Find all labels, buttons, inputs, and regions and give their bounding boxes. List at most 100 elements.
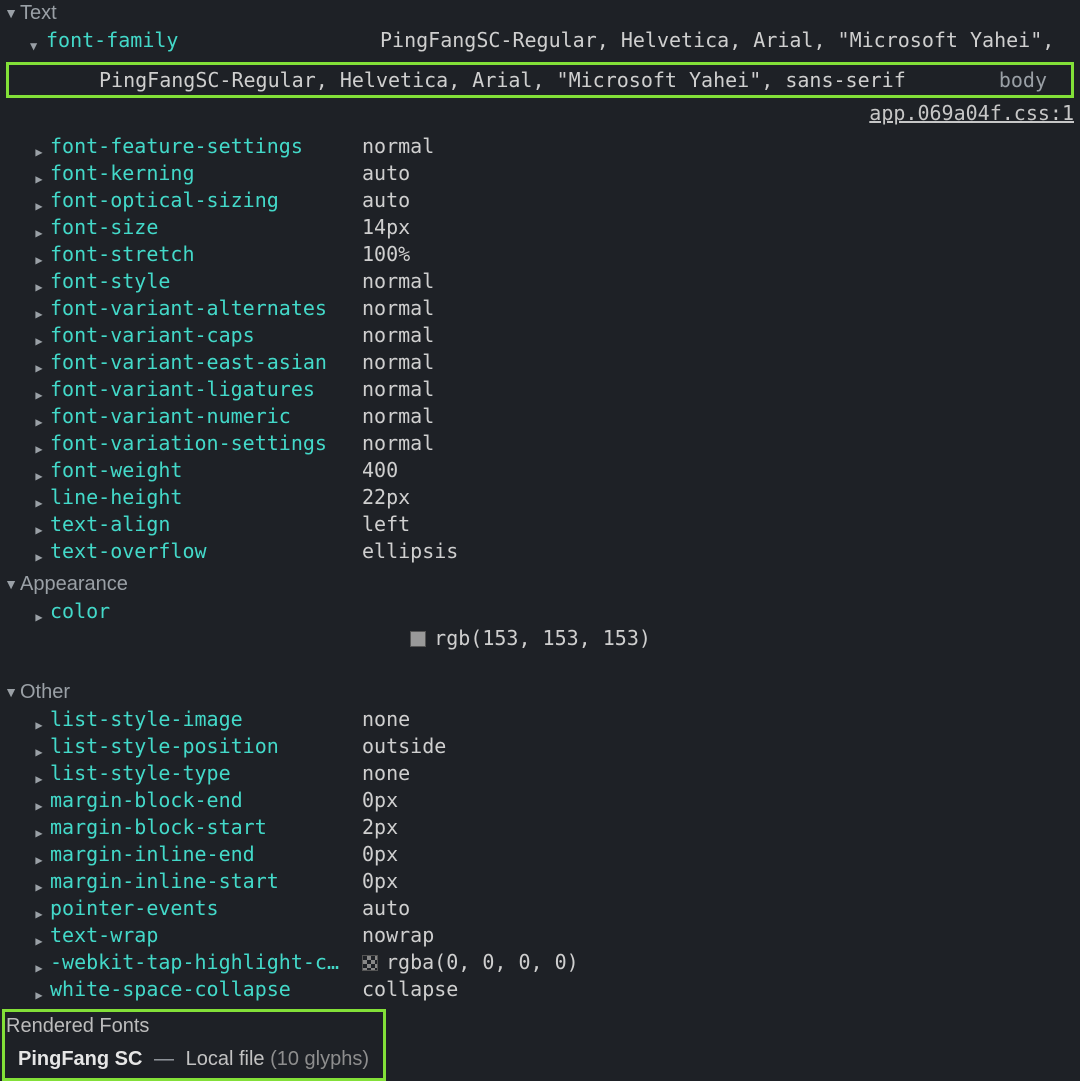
prop-name: font-optical-sizing <box>32 187 362 214</box>
prop-row[interactable]: ▶font-variant-alternatesnormal <box>0 295 1080 322</box>
prop-row[interactable]: ▶font-optical-sizingauto <box>0 187 1080 214</box>
prop-name: margin-block-end <box>32 787 362 814</box>
prop-row[interactable]: ▶white-space-collapsecollapse <box>0 976 1080 1003</box>
prop-name: font-family <box>46 27 380 54</box>
prop-name: font-variation-settings <box>32 430 362 457</box>
prop-value: auto <box>362 895 410 922</box>
prop-name: margin-block-start <box>32 814 362 841</box>
prop-name: margin-inline-start <box>32 868 362 895</box>
prop-value: normal <box>362 268 434 295</box>
prop-value: normal <box>362 133 434 160</box>
prop-value: normal <box>362 430 434 457</box>
prop-value: normal <box>362 403 434 430</box>
rendered-font-location: Local file <box>186 1048 265 1070</box>
prop-name: font-variant-ligatures <box>32 376 362 403</box>
prop-row[interactable]: ▶text-overflowellipsis <box>0 538 1080 565</box>
cascade-value: PingFangSC-Regular, Helvetica, Arial, "M… <box>9 67 983 94</box>
group-label: Other <box>20 679 70 706</box>
prop-row[interactable]: ▶font-kerningauto <box>0 160 1080 187</box>
prop-value: nowrap <box>362 922 434 949</box>
prop-row[interactable]: ▶font-variant-capsnormal <box>0 322 1080 349</box>
group-label: Appearance <box>20 571 128 598</box>
chevron-down-icon: ▼ <box>30 27 46 60</box>
rendered-font-glyphs: (10 glyphs) <box>270 1048 369 1070</box>
prop-value: outside <box>362 733 446 760</box>
prop-row[interactable]: ▶font-variant-numericnormal <box>0 403 1080 430</box>
group-appearance[interactable]: ▼ Appearance <box>0 571 1080 598</box>
prop-value: 400 <box>362 457 398 484</box>
group-text[interactable]: ▼ Text <box>0 0 1080 27</box>
prop-row-font-family[interactable]: ▼ font-family PingFangSC-Regular, Helvet… <box>0 27 1080 60</box>
prop-value: auto <box>362 160 410 187</box>
prop-value: none <box>362 760 410 787</box>
prop-name: color <box>32 598 362 625</box>
chevron-down-icon: ▼ <box>4 571 18 598</box>
prop-name: white-space-collapse <box>32 976 362 1003</box>
prop-name: font-variant-alternates <box>32 295 362 322</box>
cascade-selector: body <box>983 67 1071 94</box>
prop-row[interactable]: ▶font-variant-ligaturesnormal <box>0 376 1080 403</box>
chevron-right-icon: ▶ <box>32 604 46 631</box>
prop-name: list-style-image <box>32 706 362 733</box>
chevron-down-icon: ▼ <box>4 679 18 706</box>
chevron-right-icon: ▶ <box>32 982 46 1009</box>
prop-name: font-variant-numeric <box>32 403 362 430</box>
prop-row[interactable]: ▶text-alignleft <box>0 511 1080 538</box>
source-link-text: app.069a04f.css:1 <box>869 100 1074 127</box>
prop-value: normal <box>362 322 434 349</box>
prop-row[interactable]: ▶list-style-imagenone <box>0 706 1080 733</box>
prop-row[interactable]: ▶font-size14px <box>0 214 1080 241</box>
prop-name: font-stretch <box>32 241 362 268</box>
prop-name: margin-inline-end <box>32 841 362 868</box>
prop-name: font-weight <box>32 457 362 484</box>
cascade-entry-highlighted[interactable]: PingFangSC-Regular, Helvetica, Arial, "M… <box>6 62 1074 98</box>
prop-row[interactable]: ▶font-feature-settingsnormal <box>0 133 1080 160</box>
prop-value: 2px <box>362 814 398 841</box>
prop-row[interactable]: ▶font-weight400 <box>0 457 1080 484</box>
prop-name: font-kerning <box>32 160 362 187</box>
prop-row[interactable]: ▶font-variant-east-asiannormal <box>0 349 1080 376</box>
prop-name: list-style-position <box>32 733 362 760</box>
prop-row[interactable]: ▶font-stretch100% <box>0 241 1080 268</box>
prop-name: font-size <box>32 214 362 241</box>
prop-name: font-style <box>32 268 362 295</box>
chevron-down-icon: ▼ <box>4 0 18 27</box>
prop-row[interactable]: ▶list-style-typenone <box>0 760 1080 787</box>
prop-row[interactable]: ▶margin-block-start2px <box>0 814 1080 841</box>
chevron-right-icon: ▶ <box>32 544 46 571</box>
prop-value: 0px <box>362 868 398 895</box>
prop-row[interactable]: ▶pointer-eventsauto <box>0 895 1080 922</box>
group-label: Text <box>20 0 57 27</box>
prop-row-color[interactable]: ▶ color rgb(153, 153, 153) <box>0 598 1080 679</box>
prop-value: 100% <box>362 241 410 268</box>
prop-name: text-wrap <box>32 922 362 949</box>
color-swatch-icon[interactable] <box>362 955 378 971</box>
prop-value: collapse <box>362 976 458 1003</box>
prop-value: auto <box>362 187 410 214</box>
prop-row[interactable]: ▶margin-inline-start0px <box>0 868 1080 895</box>
prop-row[interactable]: ▶text-wrapnowrap <box>0 922 1080 949</box>
prop-value: normal <box>362 295 434 322</box>
color-swatch-icon[interactable] <box>410 631 426 647</box>
prop-value: rgb(153, 153, 153) <box>362 598 651 679</box>
prop-row[interactable]: ▶font-variation-settingsnormal <box>0 430 1080 457</box>
source-link[interactable]: app.069a04f.css:1 <box>0 100 1080 127</box>
prop-name: font-variant-east-asian <box>32 349 362 376</box>
prop-name: -webkit-tap-highlight-c… <box>32 949 362 976</box>
prop-name: pointer-events <box>32 895 362 922</box>
prop-name: text-overflow <box>32 538 362 565</box>
prop-value: normal <box>362 376 434 403</box>
prop-row[interactable]: ▶-webkit-tap-highlight-c…rgba(0, 0, 0, 0… <box>0 949 1080 976</box>
prop-row[interactable]: ▶margin-block-end0px <box>0 787 1080 814</box>
prop-value: ellipsis <box>362 538 458 565</box>
prop-name: text-align <box>32 511 362 538</box>
prop-row[interactable]: ▶list-style-positionoutside <box>0 733 1080 760</box>
group-other[interactable]: ▼ Other <box>0 679 1080 706</box>
prop-row[interactable]: ▶margin-inline-end0px <box>0 841 1080 868</box>
dash-separator: — <box>148 1048 180 1070</box>
prop-row[interactable]: ▶font-stylenormal <box>0 268 1080 295</box>
prop-name: list-style-type <box>32 760 362 787</box>
prop-value: 14px <box>362 214 410 241</box>
prop-row[interactable]: ▶line-height22px <box>0 484 1080 511</box>
prop-value: none <box>362 706 410 733</box>
